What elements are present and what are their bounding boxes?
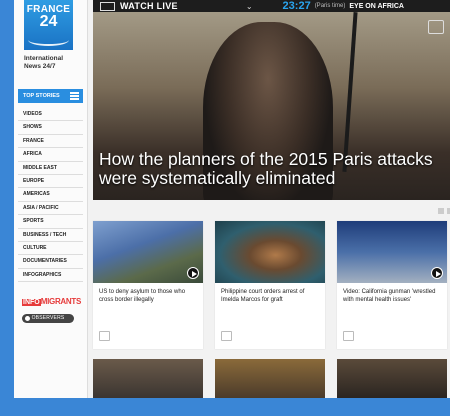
tagline-line2: News 24/7	[24, 63, 56, 70]
nav-item-infographics[interactable]: INFOGRAPHICS	[18, 269, 83, 283]
info-migrants-link[interactable]: INFOMIGRANTS	[22, 297, 81, 306]
nav-menu: VIDEOS SHOWS FRANCE AFRICA MIDDLE EAST E…	[18, 108, 83, 283]
share-icon[interactable]	[221, 331, 232, 341]
story-thumbnail[interactable]	[337, 221, 447, 283]
top-stories-button[interactable]: TOP STORIES	[18, 89, 83, 103]
grid-view-icon[interactable]	[438, 208, 444, 214]
nav-item-africa[interactable]: AFRICA	[18, 148, 83, 162]
nav-item-americas[interactable]: AMERICAS	[18, 188, 83, 202]
hero-image-rifle	[342, 12, 358, 172]
france24-logo[interactable]: FRANCE 24	[24, 0, 73, 50]
story-caption[interactable]: Video: California gunman 'wrestled with …	[337, 283, 447, 309]
info-migrants-info: INFO	[22, 299, 41, 306]
top-stories-label: TOP STORIES	[23, 93, 60, 99]
info-migrants-migrants: MIGRANTS	[40, 297, 82, 306]
share-icon[interactable]	[99, 331, 110, 341]
nav-item-europe[interactable]: EUROPE	[18, 175, 83, 189]
tv-icon	[100, 1, 115, 11]
story-thumbnail[interactable]	[93, 359, 203, 398]
nav-item-business-tech[interactable]: BUSINESS / TECH	[18, 229, 83, 242]
nav-item-culture[interactable]: CULTURE	[18, 242, 83, 256]
story-thumbnail[interactable]	[215, 221, 325, 283]
nav-item-documentaries[interactable]: DOCUMENTARIES	[18, 255, 83, 269]
tagline: International News 24/7	[24, 55, 63, 71]
story-thumbnail[interactable]	[337, 359, 447, 398]
live-time: 23:27	[282, 0, 311, 12]
watch-live-button[interactable]: WATCH LIVE	[120, 1, 178, 11]
nav-item-asia-pacific[interactable]: ASIA / PACIFIC	[18, 202, 83, 216]
top-bar: WATCH LIVE ⌄ 23:27 (Paris time) EYE ON A…	[93, 0, 450, 12]
story-caption[interactable]: US to deny asylum to those who cross bor…	[93, 283, 203, 309]
observers-label: OBSERVERS	[31, 315, 65, 321]
nav-item-middle-east[interactable]: MIDDLE EAST	[18, 162, 83, 175]
chevron-down-icon[interactable]: ⌄	[246, 2, 253, 11]
time-note: (Paris time)	[314, 3, 346, 9]
observers-eye-icon	[24, 315, 31, 322]
logo-wave-icon	[28, 34, 69, 46]
story-cards: US to deny asylum to those who cross bor…	[93, 221, 450, 349]
story-card[interactable]: Philippine court orders arrest of Imelda…	[215, 221, 325, 349]
story-row-2	[93, 359, 450, 398]
story-thumbnail[interactable]	[93, 221, 203, 283]
hero-headline[interactable]: How the planners of the 2015 Paris attac…	[99, 150, 444, 188]
observers-link[interactable]: OBSERVERS	[22, 314, 74, 323]
hamburger-menu-icon[interactable]	[70, 92, 79, 100]
current-program[interactable]: EYE ON AFRICA	[349, 3, 404, 10]
story-card[interactable]: US to deny asylum to those who cross bor…	[93, 221, 203, 349]
view-toggle	[438, 208, 450, 214]
logo-24: 24	[39, 13, 58, 30]
sidebar: FRANCE 24 International News 24/7 TOP ST…	[14, 0, 88, 398]
browser-frame: FRANCE 24 International News 24/7 TOP ST…	[14, 0, 450, 398]
share-icon[interactable]	[343, 331, 354, 341]
nav-item-shows[interactable]: SHOWS	[18, 121, 83, 135]
story-caption[interactable]: Philippine court orders arrest of Imelda…	[215, 283, 325, 309]
tagline-line1: International	[24, 55, 64, 62]
nav-item-sports[interactable]: SPORTS	[18, 215, 83, 229]
hero-story[interactable]: How the planners of the 2015 Paris attac…	[93, 12, 450, 200]
nav-item-france[interactable]: FRANCE	[18, 135, 83, 149]
play-icon[interactable]	[431, 267, 443, 279]
share-icon[interactable]	[428, 20, 444, 34]
story-card[interactable]: Video: California gunman 'wrestled with …	[337, 221, 447, 349]
nav-item-videos[interactable]: VIDEOS	[18, 108, 83, 122]
story-thumbnail[interactable]	[215, 359, 325, 398]
play-icon[interactable]	[187, 267, 199, 279]
